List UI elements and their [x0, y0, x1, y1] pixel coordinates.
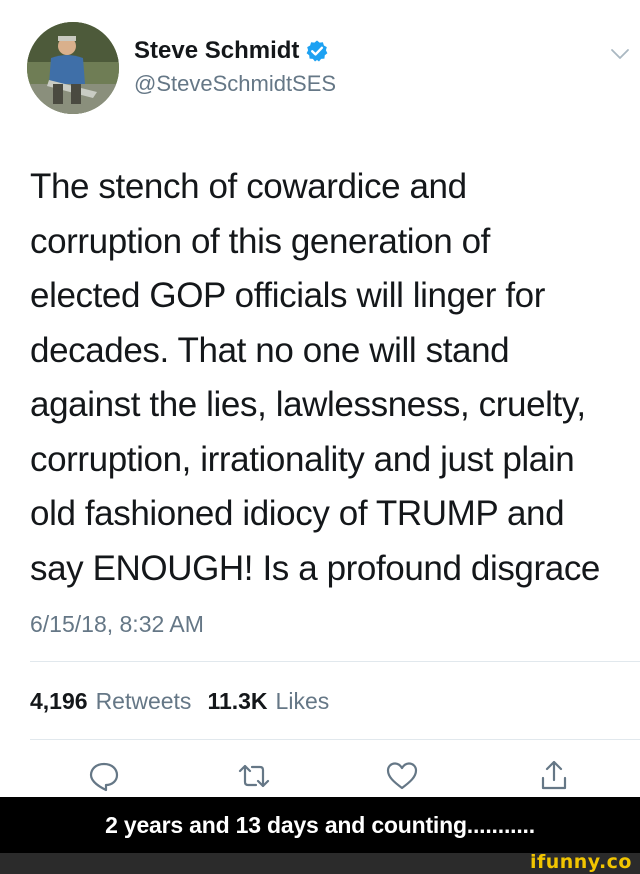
tweet-text-line: corruption, irrationality and just plain — [30, 439, 575, 479]
divider — [30, 661, 640, 662]
retweet-icon[interactable] — [236, 758, 272, 794]
likes-count[interactable]: 11.3K — [207, 686, 267, 716]
tweet-text-line: The stench of cowardice and — [30, 167, 467, 206]
ifunny-watermark: ifunny.co — [529, 851, 632, 873]
chevron-down-icon[interactable] — [608, 42, 632, 66]
tweet-text-line: elected GOP officials will linger for — [30, 276, 545, 315]
tweet-text: The stench of cowardice and corruption o… — [30, 160, 630, 596]
tweet-text-line: old fashioned idiocy of TRUMP and — [30, 494, 565, 533]
stats-spacer — [191, 686, 207, 716]
tweet-actions — [0, 752, 640, 796]
watermark-bar: ifunny.co — [0, 851, 640, 874]
share-icon[interactable] — [536, 758, 572, 794]
meme-caption-bar: 2 years and 13 days and counting........… — [0, 797, 640, 853]
tweet-card: Steve Schmidt @SteveSchmidtSES The stenc… — [0, 0, 640, 797]
tweet-timestamp[interactable]: 6/15/18, 8:32 AM — [30, 609, 204, 639]
meme-caption: 2 years and 13 days and counting........… — [105, 812, 535, 838]
author-name-row[interactable]: Steve Schmidt — [134, 36, 329, 66]
author-display-name[interactable]: Steve Schmidt — [134, 36, 299, 66]
tweet-text-line: corruption of this generation of — [30, 221, 490, 261]
tweet-text-line: decades. That no one will stand — [30, 330, 510, 370]
retweets-count[interactable]: 4,196 — [30, 686, 88, 716]
divider — [30, 739, 640, 740]
tweet-text-line: against the lies, lawlessness, cruelty, — [30, 385, 586, 424]
reply-icon[interactable] — [86, 758, 122, 794]
tweet-stats: 4,196 Retweets 11.3K Likes — [30, 686, 329, 716]
verified-badge-icon — [305, 39, 329, 63]
likes-label[interactable]: Likes — [276, 686, 330, 716]
avatar[interactable] — [27, 22, 119, 114]
tweet-text-line: say ENOUGH! Is a profound disgrace — [30, 548, 600, 588]
retweets-label[interactable]: Retweets — [96, 686, 192, 716]
like-icon[interactable] — [384, 758, 420, 794]
author-handle[interactable]: @SteveSchmidtSES — [134, 70, 336, 98]
avatar-photo — [27, 22, 119, 114]
